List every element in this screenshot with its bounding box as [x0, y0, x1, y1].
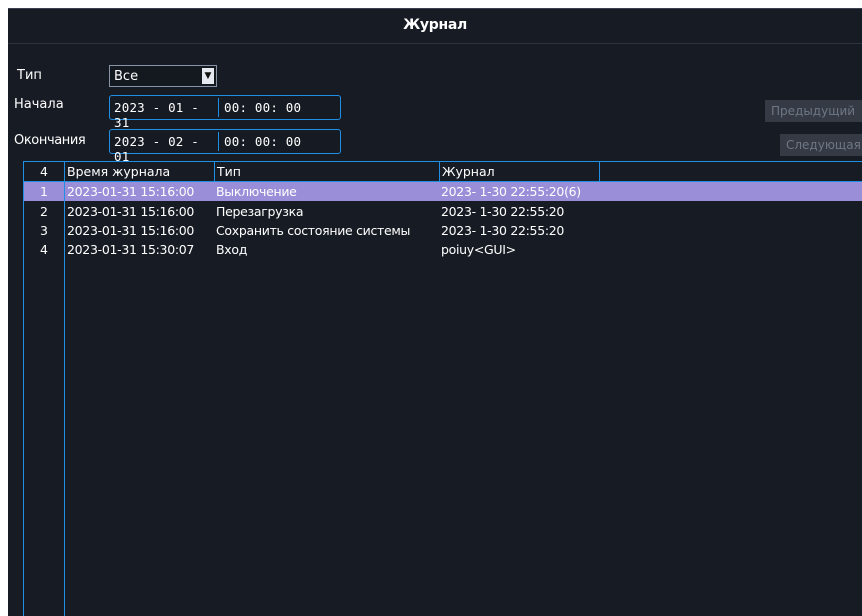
row-time: 2023-01-31 15:16:00: [67, 223, 195, 238]
previous-button[interactable]: Предыдущий: [765, 100, 862, 122]
row-log: poiuy<GUI>: [441, 242, 516, 257]
header-count: 4: [24, 162, 65, 181]
row-log: 2023- 1-30 22:55:20(6): [441, 184, 581, 199]
chevron-down-icon[interactable]: ▼: [202, 68, 214, 84]
table-row[interactable]: 3 2023-01-31 15:16:00 Сохранить состояни…: [24, 221, 862, 240]
field-divider: [218, 132, 219, 151]
row-log: 2023- 1-30 22:55:20: [441, 204, 565, 219]
table-row[interactable]: 1 2023-01-31 15:16:00 Выключение 2023- 1…: [24, 182, 862, 201]
row-time: 2023-01-31 15:16:00: [67, 204, 195, 219]
start-label: Начала: [14, 97, 64, 112]
header-type[interactable]: Тип: [215, 162, 440, 181]
row-time: 2023-01-31 15:16:00: [67, 184, 195, 199]
header-log[interactable]: Журнал: [440, 162, 600, 181]
field-divider: [218, 98, 219, 117]
end-datetime-field[interactable]: 2023 - 02 - 01 00: 00: 00: [109, 129, 341, 164]
header-time[interactable]: Время журнала: [65, 162, 215, 181]
row-type: Перезагрузка: [216, 204, 304, 219]
start-time-input[interactable]: 00: 00: 00: [224, 100, 301, 115]
row-type: Вход: [216, 242, 248, 257]
table-header: 4 Время журнала Тип Журнал: [24, 162, 862, 182]
column-divider: [64, 182, 65, 616]
start-date-input[interactable]: 2023 - 01 - 31: [114, 100, 217, 130]
row-number: 4: [40, 242, 48, 257]
type-label: Тип: [17, 68, 42, 83]
end-label: Окончания: [14, 133, 86, 148]
window-title: Журнал: [403, 17, 467, 33]
row-type: Выключение: [216, 184, 297, 199]
start-datetime-field[interactable]: 2023 - 01 - 31 00: 00: 00: [109, 95, 341, 130]
next-button[interactable]: Следующая: [780, 134, 862, 156]
log-window: Журнал Тип Все ▼ Начала 2023 - 01 - 31 0…: [8, 8, 862, 616]
end-time-input[interactable]: 00: 00: 00: [224, 134, 301, 149]
header-empty: [600, 162, 862, 181]
row-number: 1: [40, 184, 48, 199]
row-time: 2023-01-31 15:30:07: [67, 242, 195, 257]
row-log: 2023- 1-30 22:55:20: [441, 223, 565, 238]
row-number: 2: [40, 204, 48, 219]
row-type: Сохранить состояние системы: [216, 223, 411, 238]
type-select[interactable]: Все ▼: [109, 65, 217, 87]
title-bar: Журнал: [8, 9, 862, 44]
table-row[interactable]: 2 2023-01-31 15:16:00 Перезагрузка 2023-…: [24, 202, 862, 221]
log-table: 4 Время журнала Тип Журнал 1 2023-01-31 …: [23, 161, 862, 616]
table-row[interactable]: 4 2023-01-31 15:30:07 Вход poiuy<GUI>: [24, 240, 862, 259]
end-date-input[interactable]: 2023 - 02 - 01: [114, 134, 217, 164]
row-number: 3: [40, 223, 48, 238]
type-select-value: Все: [114, 69, 139, 84]
